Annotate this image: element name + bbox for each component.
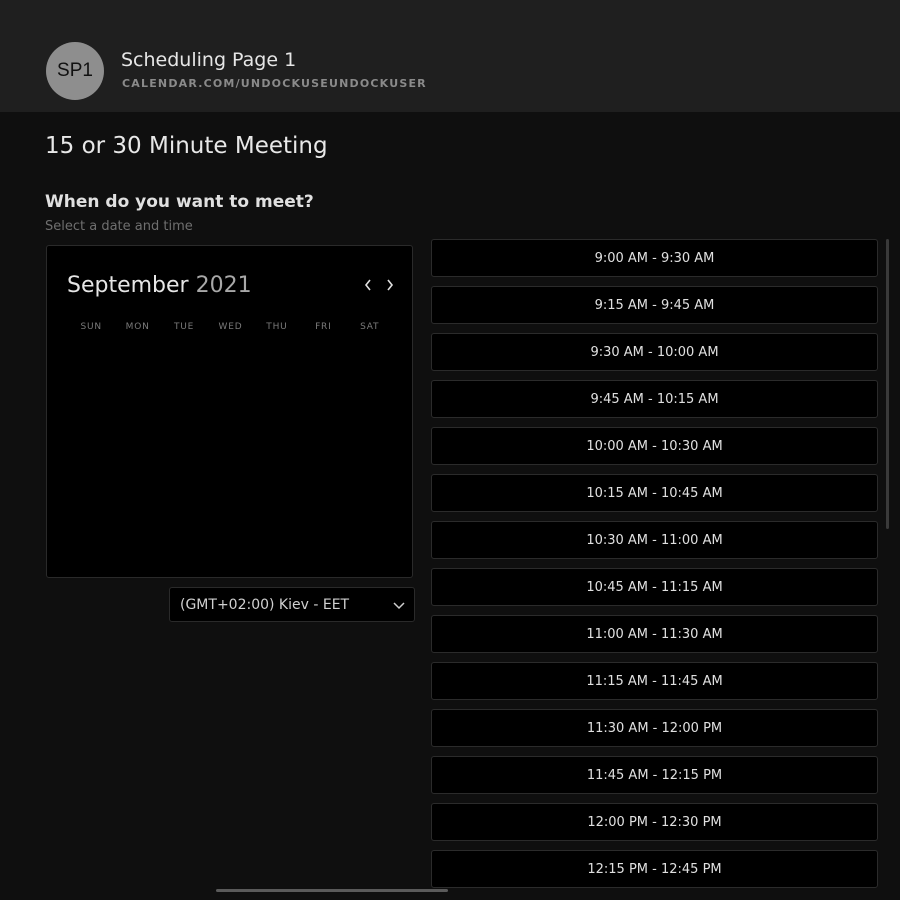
horizontal-scrollbar[interactable]: [216, 889, 448, 892]
weekday-label: FRI: [315, 322, 332, 332]
next-month-button[interactable]: [380, 274, 400, 296]
meet-question-heading: When do you want to meet?: [45, 192, 314, 212]
chevron-down-icon: [393, 602, 405, 610]
previous-month-button[interactable]: [358, 274, 378, 296]
time-slot-button[interactable]: 12:00 PM - 12:30 PM: [431, 803, 878, 841]
calendar-year: 2021: [195, 273, 252, 298]
meeting-title: 15 or 30 Minute Meeting: [45, 133, 328, 159]
time-slot-button[interactable]: 11:15 AM - 11:45 AM: [431, 662, 878, 700]
time-slot-button[interactable]: 10:30 AM - 11:00 AM: [431, 521, 878, 559]
weekday-header-row: SUN MON TUE WED THU FRI SAT: [68, 322, 393, 332]
time-slot-button[interactable]: 9:30 AM - 10:00 AM: [431, 333, 878, 371]
time-slot-button[interactable]: 9:15 AM - 9:45 AM: [431, 286, 878, 324]
timezone-select[interactable]: (GMT+02:00) Kiev - EET: [169, 587, 415, 622]
time-slot-button[interactable]: 10:00 AM - 10:30 AM: [431, 427, 878, 465]
weekday-label: SAT: [360, 322, 380, 332]
timezone-selected-value: (GMT+02:00) Kiev - EET: [180, 597, 350, 613]
time-slot-scrollbar[interactable]: [886, 239, 889, 529]
time-slot-button[interactable]: 11:45 AM - 12:15 PM: [431, 756, 878, 794]
chevron-left-icon: [364, 279, 371, 291]
time-slot-button[interactable]: 10:15 AM - 10:45 AM: [431, 474, 878, 512]
time-slot-button[interactable]: 12:15 PM - 12:45 PM: [431, 850, 878, 888]
weekday-label: SUN: [80, 322, 102, 332]
calendar-month-year: September 2021: [67, 273, 252, 298]
time-slot-button[interactable]: 10:45 AM - 11:15 AM: [431, 568, 878, 606]
weekday-label: MON: [125, 322, 150, 332]
time-slot-button[interactable]: 9:45 AM - 10:15 AM: [431, 380, 878, 418]
meet-question-subtext: Select a date and time: [45, 219, 193, 234]
avatar: SP1: [46, 42, 104, 100]
calendar-month: September: [67, 273, 189, 298]
time-slot-button[interactable]: 11:30 AM - 12:00 PM: [431, 709, 878, 747]
scheduling-page-url[interactable]: CALENDAR.COM/UNDOCKUSEUNDOCKUSER: [122, 77, 427, 90]
chevron-right-icon: [387, 279, 394, 291]
scheduling-page-title: Scheduling Page 1: [121, 49, 297, 71]
scheduling-page: SP1 Scheduling Page 1 CALENDAR.COM/UNDOC…: [0, 0, 900, 900]
time-slot-list: 9:00 AM - 9:30 AM 9:15 AM - 9:45 AM 9:30…: [431, 239, 878, 897]
time-slot-button[interactable]: 11:00 AM - 11:30 AM: [431, 615, 878, 653]
weekday-label: TUE: [173, 322, 195, 332]
time-slot-button[interactable]: 9:00 AM - 9:30 AM: [431, 239, 878, 277]
page-header: SP1 Scheduling Page 1 CALENDAR.COM/UNDOC…: [0, 0, 900, 112]
date-picker-calendar: September 2021 SUN MON TUE WED THU FRI S…: [46, 245, 413, 578]
weekday-label: THU: [266, 322, 288, 332]
weekday-label: WED: [218, 322, 243, 332]
